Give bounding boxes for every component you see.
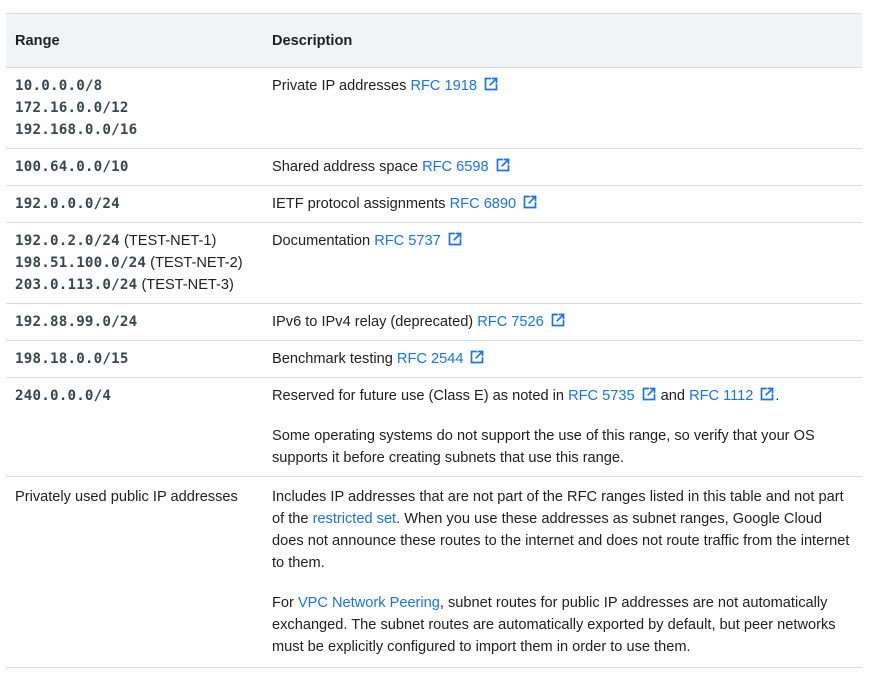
- range-code: 240.0.0.0/4: [15, 388, 112, 404]
- description-paragraph: Reserved for future use (Class E) as not…: [272, 385, 853, 407]
- external-link-icon[interactable]: [759, 386, 775, 402]
- description-text: Shared address space: [272, 159, 423, 175]
- range-line: 192.0.2.0/24 (TEST-NET-1): [15, 230, 254, 252]
- description-text: For: [272, 595, 298, 611]
- table-row: 192.0.2.0/24 (TEST-NET-1) 198.51.100.0/24…: [6, 222, 862, 304]
- range-cell: 192.88.99.0/24: [6, 303, 263, 341]
- description-cell: IPv6 to IPv4 relay (deprecated) RFC 7526: [263, 303, 862, 341]
- description-text: Documentation: [272, 233, 375, 249]
- description-cell: Private IP addresses RFC 1918: [263, 67, 862, 149]
- description-text: and: [656, 388, 690, 404]
- description-cell: Includes IP addresses that are not part …: [263, 476, 862, 668]
- range-code: 203.0.113.0/24: [15, 277, 138, 293]
- table-header-row: Range Description: [6, 14, 862, 68]
- description-cell: Documentation RFC 5737: [263, 222, 862, 304]
- range-line: 203.0.113.0/24 (TEST-NET-3): [15, 274, 254, 296]
- header-range: Range: [6, 14, 263, 68]
- description-cell: Shared address space RFC 6598: [263, 148, 862, 186]
- range-code: 192.0.2.0/24: [15, 233, 120, 249]
- range-code: 198.18.0.0/15: [15, 351, 129, 367]
- ip-ranges-table: Range Description 10.0.0.0/8 172.16.0.0/1…: [6, 14, 862, 668]
- table-row: 198.18.0.0/15 Benchmark testing RFC 2544: [6, 340, 862, 378]
- description-text: .: [775, 388, 780, 404]
- table-row: 10.0.0.0/8 172.16.0.0/12 192.168.0.0/16 Pri…: [6, 67, 862, 149]
- range-code: 198.51.100.0/24: [15, 255, 147, 271]
- range-line: 10.0.0.0/8: [15, 75, 254, 97]
- range-cell: 198.18.0.0/15: [6, 340, 263, 378]
- description-cell: Reserved for future use (Class E) as not…: [263, 377, 862, 477]
- range-code: 192.0.0.0/24: [15, 196, 120, 212]
- range-code: 192.88.99.0/24: [15, 314, 138, 330]
- range-cell: 192.0.2.0/24 (TEST-NET-1) 198.51.100.0/24…: [6, 222, 263, 304]
- range-cell: Privately used public IP addresses: [6, 476, 263, 668]
- range-code: 192.168.0.0/16: [15, 122, 138, 138]
- restricted-set-link[interactable]: restricted set: [313, 511, 397, 527]
- external-link-icon[interactable]: [495, 157, 511, 173]
- external-link-icon[interactable]: [483, 76, 499, 92]
- range-line: 192.0.0.0/24: [15, 193, 254, 215]
- external-link-icon[interactable]: [522, 194, 538, 210]
- description-text: Reserved for future use (Class E) as not…: [272, 388, 569, 404]
- description-paragraph: For VPC Network Peering, subnet routes f…: [272, 592, 853, 658]
- range-note: (TEST-NET-3): [137, 277, 234, 293]
- rfc-link[interactable]: RFC 6890: [450, 196, 517, 212]
- range-line: 192.168.0.0/16: [15, 119, 254, 141]
- table-row: 100.64.0.0/10 Shared address space RFC 65…: [6, 148, 862, 186]
- os-support-note: Some operating systems do not support th…: [272, 428, 815, 466]
- range-code: 172.16.0.0/12: [15, 100, 129, 116]
- rfc-1112-link[interactable]: RFC 1112: [689, 388, 753, 404]
- vpc-network-peering-link[interactable]: VPC Network Peering: [298, 595, 440, 611]
- description-cell: Benchmark testing RFC 2544: [263, 340, 862, 378]
- range-line: 198.51.100.0/24 (TEST-NET-2): [15, 252, 254, 274]
- range-line: 100.64.0.0/10: [15, 156, 254, 178]
- external-link-icon[interactable]: [641, 386, 657, 402]
- table-row-privately-used: Privately used public IP addresses Inclu…: [6, 476, 862, 668]
- external-link-icon[interactable]: [447, 231, 463, 247]
- rfc-link[interactable]: RFC 5737: [374, 233, 441, 249]
- rfc-link[interactable]: RFC 7526: [477, 314, 544, 330]
- table-row-class-e: 240.0.0.0/4 Reserved for future use (Cla…: [6, 377, 862, 477]
- external-link-icon[interactable]: [469, 349, 485, 365]
- table-row: 192.0.0.0/24 IETF protocol assignments RF…: [6, 185, 862, 223]
- external-link-icon[interactable]: [550, 312, 566, 328]
- rfc-link[interactable]: RFC 2544: [397, 351, 464, 367]
- range-cell: 240.0.0.0/4: [6, 377, 263, 477]
- range-line: 198.18.0.0/15: [15, 348, 254, 370]
- description-text: Private IP addresses: [272, 78, 411, 94]
- description-cell: IETF protocol assignments RFC 6890: [263, 185, 862, 223]
- description-text: Benchmark testing: [272, 351, 397, 367]
- range-cell: 100.64.0.0/10: [6, 148, 263, 186]
- range-line: 192.88.99.0/24: [15, 311, 254, 333]
- description-paragraph: Includes IP addresses that are not part …: [272, 486, 853, 574]
- range-cell: 192.0.0.0/24: [6, 185, 263, 223]
- range-cell: 10.0.0.0/8 172.16.0.0/12 192.168.0.0/16: [6, 67, 263, 149]
- rfc-link[interactable]: RFC 6598: [422, 159, 489, 175]
- description-text: IETF protocol assignments: [272, 196, 450, 212]
- range-note: (TEST-NET-2): [146, 255, 243, 271]
- description-text: IPv6 to IPv4 relay (deprecated): [272, 314, 478, 330]
- range-note: (TEST-NET-1): [119, 233, 217, 249]
- range-line: 172.16.0.0/12: [15, 97, 254, 119]
- table-row: 192.88.99.0/24 IPv6 to IPv4 relay (deprec…: [6, 303, 862, 341]
- range-code: 10.0.0.0/8: [15, 78, 103, 94]
- rfc-link[interactable]: RFC 1918: [410, 78, 477, 94]
- rfc-5735-link[interactable]: RFC 5735: [568, 388, 635, 404]
- range-code: 100.64.0.0/10: [15, 159, 129, 175]
- header-description: Description: [263, 14, 862, 68]
